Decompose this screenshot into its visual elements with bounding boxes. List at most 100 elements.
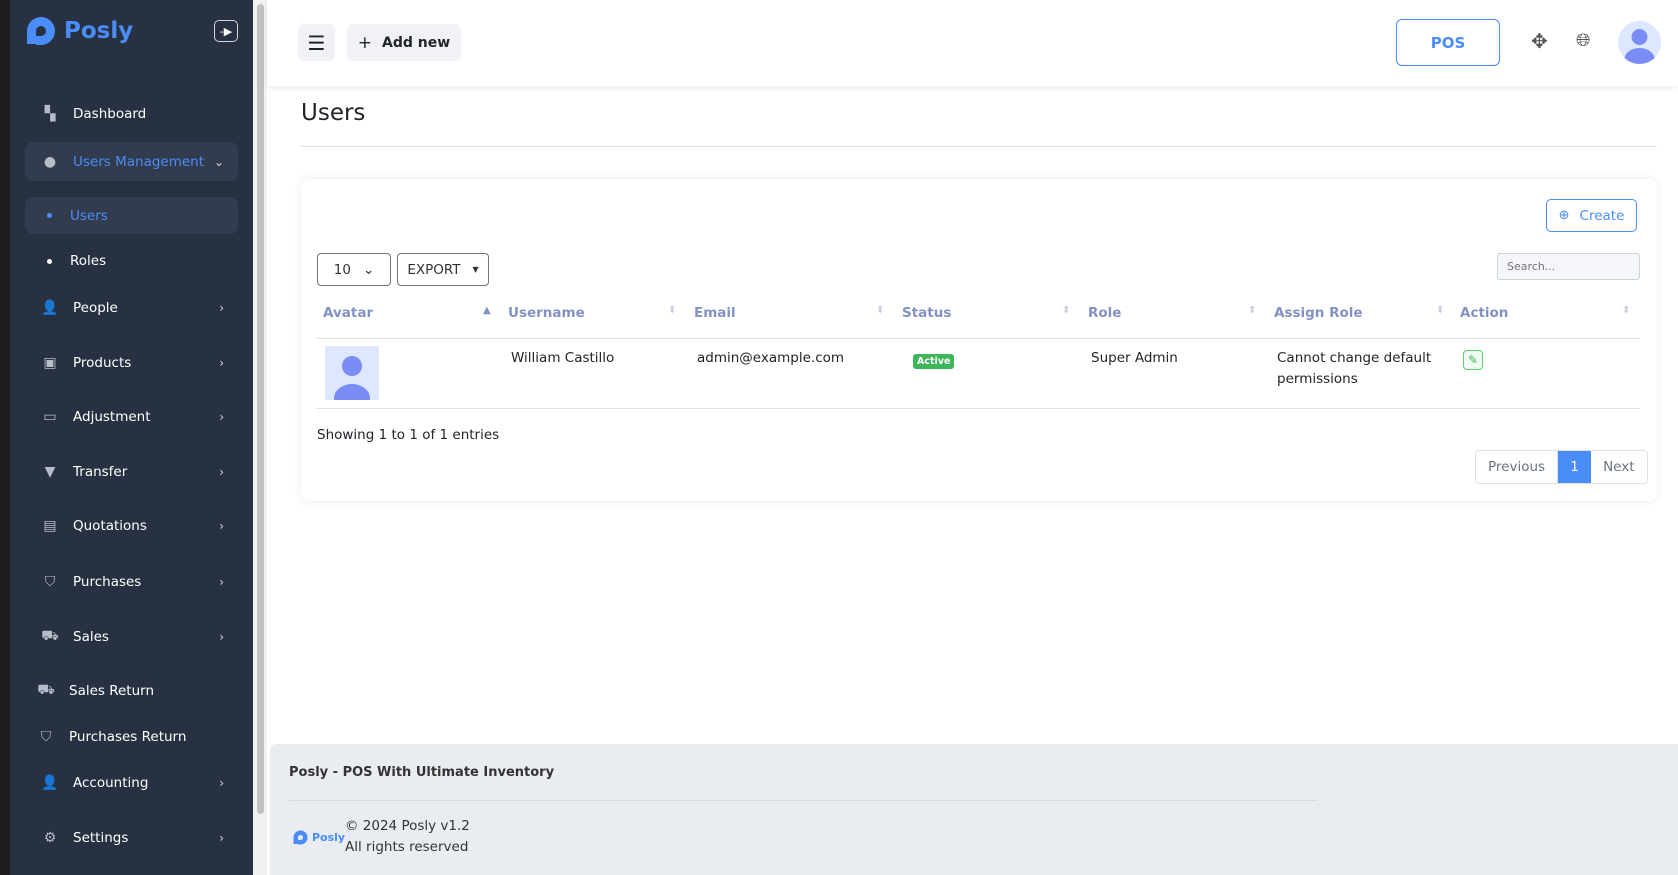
bag-return-icon: ⛉ (40, 729, 52, 745)
user-avatar[interactable] (1618, 21, 1661, 64)
adjustment-icon: ▭ (43, 409, 57, 425)
sidebar-item-settings[interactable]: ⚙ Settings › (35, 819, 238, 857)
footer-title: Posly - POS With Ultimate Inventory (289, 765, 555, 780)
chevron-right-icon: › (219, 630, 224, 644)
avatar (325, 346, 379, 400)
sidebar-item-purchases-return[interactable]: ⛉ Purchases Return (31, 718, 234, 756)
gear-icon: ⚙ (43, 830, 57, 846)
cell-email: admin@example.com (697, 350, 845, 366)
clipboard-icon: ▤ (43, 518, 57, 534)
label: People (73, 300, 118, 316)
previous-button[interactable]: Previous (1476, 451, 1559, 483)
column-header-email[interactable]: Email (694, 305, 736, 321)
hamburger-icon: ☰ (307, 30, 326, 55)
cart-icon: ⛟ (41, 628, 59, 644)
transfer-icon: ▼ (44, 464, 56, 480)
label: Dashboard (73, 106, 147, 122)
sidebar-scrollbar-thumb[interactable] (257, 4, 264, 814)
label: Purchases Return (69, 729, 187, 745)
footer-logo-text: Posly (312, 831, 346, 844)
column-header-role[interactable]: Role (1088, 305, 1121, 321)
rights: All rights reserved (345, 839, 469, 855)
menu-toggle-button[interactable]: ☰ (298, 24, 335, 61)
search-input[interactable] (1497, 253, 1640, 280)
status-badge: Active (913, 354, 955, 369)
accounting-icon: 👤 (41, 775, 59, 791)
sidebar-item-products[interactable]: ▣ Products › (35, 344, 238, 382)
header-divider (317, 338, 1640, 339)
cell-username: William Castillo (511, 350, 615, 366)
sidebar-item-dashboard[interactable]: ▚ Dashboard (35, 95, 238, 133)
background-window-edge (0, 0, 10, 875)
collapse-sidebar-button[interactable]: -▶ (214, 20, 238, 42)
bullet-icon (47, 258, 52, 264)
chevron-right-icon: › (219, 356, 224, 370)
sidebar-item-accounting[interactable]: 👤 Accounting › (35, 764, 238, 802)
sort-icon[interactable]: ⬍ (668, 305, 676, 316)
caret-down-icon: ▼ (472, 265, 479, 274)
page-size-select[interactable]: 10 ⌄ (317, 253, 391, 286)
label: Users Management (73, 153, 205, 170)
pos-button[interactable]: POS (1396, 19, 1500, 66)
label: Settings (73, 830, 129, 846)
sort-icon[interactable]: ⬍ (1248, 305, 1256, 316)
label: Sales Return (69, 683, 155, 699)
posly-logo-icon (293, 830, 308, 845)
sidebar-item-people[interactable]: 👤 People › (35, 289, 238, 327)
sort-icon[interactable]: ⬍ (1436, 305, 1444, 316)
column-header-username[interactable]: Username (508, 305, 585, 321)
edit-button[interactable]: ✎ (1463, 350, 1483, 370)
sidebar-item-users-management[interactable]: ● Users Management ⌄ (25, 142, 238, 181)
sort-icon[interactable]: ⬍ (1062, 305, 1070, 316)
footer (270, 744, 1678, 875)
people-icon: 👤 (41, 300, 59, 316)
sidebar-item-sales[interactable]: ⛟ Sales › (35, 618, 238, 656)
page-1-button[interactable]: 1 (1558, 451, 1592, 483)
sort-asc-icon[interactable]: ▲ (483, 305, 491, 316)
copyright: © 2024 Posly v1.2 (345, 818, 470, 834)
export-dropdown[interactable]: EXPORT ▼ (397, 253, 489, 286)
sidebar-item-users[interactable]: Users (25, 197, 238, 234)
label: Quotations (73, 518, 147, 534)
cell-role: Super Admin (1091, 350, 1178, 366)
column-header-status[interactable]: Status (902, 305, 951, 321)
sidebar-item-adjustment[interactable]: ▭ Adjustment › (35, 398, 238, 436)
products-icon: ▣ (43, 355, 57, 371)
add-new-button[interactable]: + Add new (347, 24, 461, 61)
globe-icon[interactable]: 🌐︎ (1576, 30, 1590, 51)
cart-return-icon: ⛟ (37, 682, 55, 698)
column-header-avatar[interactable]: Avatar (323, 305, 373, 321)
collapse-icon: -▶ (219, 24, 233, 38)
plus-icon: + (357, 32, 373, 53)
sidebar-item-transfer[interactable]: ▼ Transfer › (35, 453, 238, 491)
add-new-label: Add new (382, 34, 451, 51)
label: Sales (73, 629, 109, 645)
column-header-assign-role[interactable]: Assign Role (1274, 305, 1363, 321)
brand-logo[interactable]: Posly (24, 14, 133, 48)
user-icon: ● (43, 153, 57, 170)
sort-icon[interactable]: ⬍ (1622, 305, 1630, 316)
sort-icon[interactable]: ⬍ (876, 305, 884, 316)
column-header-action[interactable]: Action (1460, 305, 1508, 321)
plus-circle-icon: ⊕ (1558, 208, 1570, 223)
label: Purchases (73, 574, 142, 590)
sidebar-item-purchases[interactable]: ⛉ Purchases › (35, 563, 238, 601)
label: Products (73, 355, 132, 371)
dashboard-icon: ▚ (44, 106, 56, 122)
chevron-right-icon: › (219, 831, 224, 845)
bag-icon: ⛉ (44, 574, 56, 590)
label: Roles (70, 253, 107, 269)
create-button[interactable]: ⊕ Create (1546, 199, 1637, 232)
page-title: Users (301, 100, 366, 126)
chevron-right-icon: › (219, 575, 224, 589)
label: Transfer (73, 464, 128, 480)
sidebar-item-sales-return[interactable]: ⛟ Sales Return (31, 672, 234, 710)
export-label: EXPORT (407, 261, 461, 278)
next-button[interactable]: Next (1591, 451, 1646, 483)
fullscreen-move-icon[interactable]: ✥ (1531, 29, 1548, 53)
divider (301, 146, 1657, 147)
chevron-down-icon: ⌄ (213, 154, 224, 169)
sidebar-item-quotations[interactable]: ▤ Quotations › (35, 507, 238, 545)
cell-assign-role: Cannot change default permissions (1277, 350, 1432, 387)
sidebar-item-roles[interactable]: Roles (25, 242, 228, 280)
